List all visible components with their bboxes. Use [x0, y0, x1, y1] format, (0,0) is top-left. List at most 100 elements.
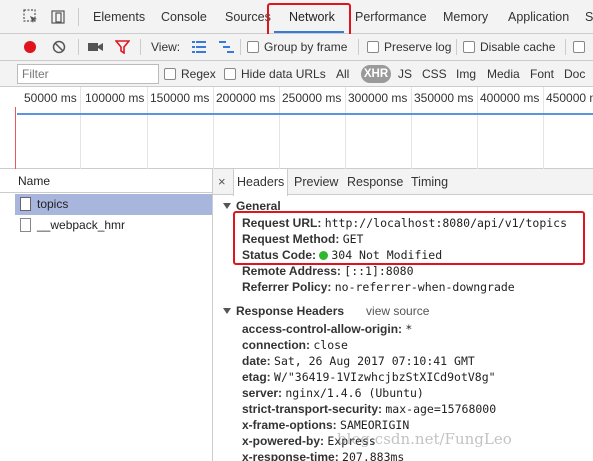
header-key: strict-transport-security:: [242, 402, 383, 416]
filter-bar: Regex Hide data URLs All XHR JS CSS Img …: [0, 61, 593, 87]
header-value: nginx/1.4.6 (Ubuntu): [285, 386, 424, 400]
remote-address-row: Remote Address: [::1]:8080: [242, 264, 414, 278]
clear-icon[interactable]: [52, 40, 66, 54]
header-value: 207.883ms: [342, 450, 405, 461]
tab-preview[interactable]: Preview: [294, 169, 338, 195]
tab-elements[interactable]: Elements: [93, 0, 145, 34]
timeline-label: 250000 ms: [282, 91, 342, 105]
response-header-row: access-control-allow-origin: *: [242, 322, 412, 336]
header-value: close: [313, 338, 348, 352]
hide-data-urls-checkbox[interactable]: Hide data URLs: [224, 61, 326, 87]
response-header-row: etag: W/"36419-1VIzwhcjbzStXICd9otV8g": [242, 370, 496, 384]
remote-address-label: Remote Address:: [242, 264, 341, 278]
tab-memory[interactable]: Memory: [443, 0, 488, 34]
request-name: __webpack_hmr: [37, 218, 126, 232]
tab-headers[interactable]: Headers: [233, 169, 289, 196]
file-icon: [20, 197, 31, 211]
toolbar-separator: [358, 39, 359, 55]
response-header-row: x-response-time: 207.883ms: [242, 450, 404, 461]
hide-data-urls-label: Hide data URLs: [241, 67, 326, 81]
timeline-gridline: [543, 87, 544, 169]
response-header-row: strict-transport-security: max-age=15768…: [242, 402, 496, 416]
header-key: server:: [242, 386, 283, 400]
header-value: *: [405, 322, 413, 336]
filter-type-font[interactable]: Font: [530, 61, 554, 87]
timeline-label: 400000 ms: [480, 91, 540, 105]
view-source-link[interactable]: view source: [366, 304, 429, 318]
group-by-frame-checkbox[interactable]: Group by frame: [247, 34, 347, 60]
toolbar-separator: [78, 39, 79, 55]
filter-type-doc[interactable]: Doc: [564, 61, 585, 87]
header-key: x-frame-options:: [242, 418, 337, 432]
name-column-header[interactable]: Name: [0, 169, 212, 193]
filter-icon[interactable]: [115, 40, 130, 54]
toolbar-separator: [456, 39, 457, 55]
large-rows-icon[interactable]: [192, 41, 206, 53]
details-tabbar: × Headers Preview Response Timing: [213, 169, 593, 196]
capture-screenshots-icon[interactable]: [88, 41, 103, 53]
preserve-log-checkbox[interactable]: Preserve log: [367, 34, 451, 60]
timeline-overview[interactable]: 50000 ms 100000 ms 150000 ms 200000 ms 2…: [0, 87, 593, 169]
filter-type-media[interactable]: Media: [487, 61, 520, 87]
checkbox[interactable]: [463, 41, 475, 53]
timeline-label: 100000 ms: [85, 91, 145, 105]
timeline-label: 300000 ms: [348, 91, 408, 105]
device-toolbar-icon[interactable]: [50, 9, 66, 25]
close-icon[interactable]: ×: [218, 169, 226, 195]
watermark-text: blog.csdn.net/FungLeo: [337, 430, 512, 448]
tab-application[interactable]: Application: [508, 0, 569, 34]
response-headers-section-header[interactable]: Response Headers view source: [223, 304, 429, 318]
network-toolbar: View: Group by frame Preserve log Disabl…: [0, 34, 593, 61]
timeline-gridline: [345, 87, 346, 169]
timeline-gridline: [477, 87, 478, 169]
collapse-triangle-icon: [223, 308, 231, 314]
checkbox[interactable]: [367, 41, 379, 53]
collapse-triangle-icon: [223, 203, 231, 209]
response-header-row: server: nginx/1.4.6 (Ubuntu): [242, 386, 424, 400]
timeline-load-marker: [15, 107, 16, 169]
header-value: Sat, 26 Aug 2017 07:10:41 GMT: [274, 354, 475, 368]
filter-type-js[interactable]: JS: [398, 61, 412, 87]
regex-checkbox[interactable]: Regex: [164, 61, 216, 87]
header-value: W/"36419-1VIzwhcjbzStXICd9otV8g": [274, 370, 496, 384]
tab-overflow[interactable]: S: [585, 0, 593, 34]
tab-console[interactable]: Console: [161, 0, 207, 34]
checkbox[interactable]: [164, 68, 176, 80]
tab-response[interactable]: Response: [347, 169, 403, 195]
overview-icon[interactable]: [219, 41, 234, 53]
filter-input[interactable]: [17, 64, 159, 84]
checkbox[interactable]: [573, 41, 585, 53]
checkbox[interactable]: [247, 41, 259, 53]
inspect-element-icon[interactable]: [23, 9, 39, 25]
tabbar-separator: [78, 8, 79, 26]
referrer-policy-value: no-referrer-when-downgrade: [334, 280, 515, 294]
toolbar-separator: [240, 39, 241, 55]
checkbox[interactable]: [224, 68, 236, 80]
filter-type-img[interactable]: Img: [456, 61, 476, 87]
timeline-request-bar: [17, 113, 593, 115]
header-key: connection:: [242, 338, 310, 352]
toolbar-separator: [565, 39, 566, 55]
request-row-webpack-hmr[interactable]: __webpack_hmr: [15, 215, 212, 236]
tab-timing[interactable]: Timing: [411, 169, 448, 195]
header-key: x-powered-by:: [242, 434, 325, 448]
offline-checkbox[interactable]: [573, 34, 590, 60]
header-key: date:: [242, 354, 271, 368]
filter-type-css[interactable]: CSS: [422, 61, 447, 87]
tab-performance[interactable]: Performance: [355, 0, 427, 34]
disable-cache-checkbox[interactable]: Disable cache: [463, 34, 555, 60]
timeline-gridline: [80, 87, 81, 169]
tab-sources[interactable]: Sources: [225, 0, 271, 34]
request-name: topics: [37, 197, 69, 211]
response-headers-title: Response Headers: [236, 304, 345, 318]
file-icon: [20, 218, 31, 232]
group-by-frame-label: Group by frame: [264, 40, 348, 54]
filter-type-all[interactable]: All: [336, 61, 349, 87]
remote-address-value: [::1]:8080: [344, 264, 414, 278]
timeline-label: 50000 ms: [24, 91, 77, 105]
record-icon[interactable]: [23, 40, 37, 54]
request-row-topics[interactable]: topics: [15, 194, 212, 215]
view-label: View:: [151, 40, 181, 54]
timeline-label: 450000 ms: [546, 91, 593, 105]
filter-type-xhr[interactable]: XHR: [361, 65, 391, 83]
